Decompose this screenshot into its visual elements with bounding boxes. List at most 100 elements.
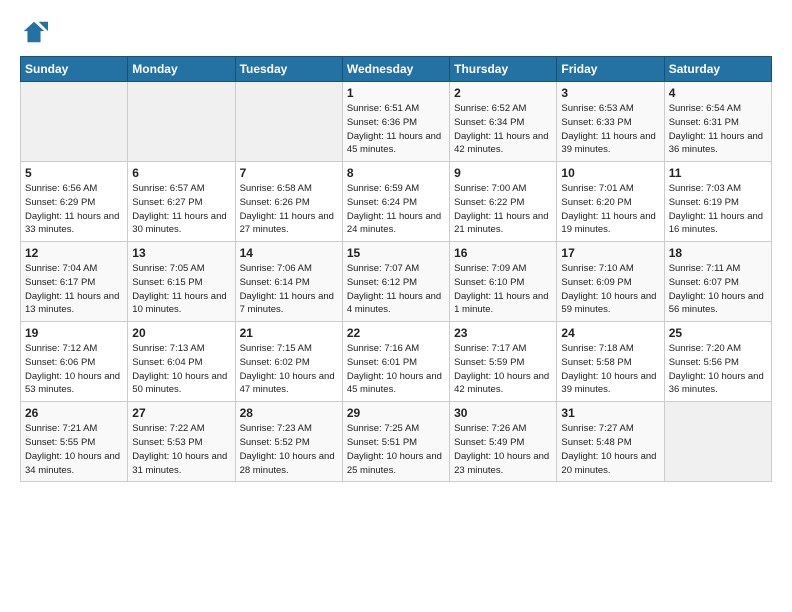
day-info: Sunrise: 7:20 AM Sunset: 5:56 PM Dayligh…	[669, 342, 767, 397]
day-number: 18	[669, 246, 767, 260]
day-info: Sunrise: 7:22 AM Sunset: 5:53 PM Dayligh…	[132, 422, 230, 477]
day-number: 21	[240, 326, 338, 340]
day-info: Sunrise: 6:54 AM Sunset: 6:31 PM Dayligh…	[669, 102, 767, 157]
day-number: 9	[454, 166, 552, 180]
day-info: Sunrise: 7:27 AM Sunset: 5:48 PM Dayligh…	[561, 422, 659, 477]
day-cell: 13Sunrise: 7:05 AM Sunset: 6:15 PM Dayli…	[128, 242, 235, 322]
day-cell: 31 Sunrise: 7:27 AM Sunset: 5:48 PM Dayli…	[557, 402, 664, 482]
day-cell: 8 Sunrise: 6:59 AM Sunset: 6:24 PM Daylig…	[342, 162, 449, 242]
header-cell-monday: Monday	[128, 57, 235, 82]
day-number: 1	[347, 86, 445, 100]
day-info: Sunrise: 6:56 AM Sunset: 6:29 PM Dayligh…	[25, 182, 123, 237]
header-cell-sunday: Sunday	[21, 57, 128, 82]
week-row-2: 12Sunrise: 7:04 AM Sunset: 6:17 PM Dayli…	[21, 242, 772, 322]
day-cell: 29 Sunrise: 7:25 AM Sunset: 5:51 PM Dayli…	[342, 402, 449, 482]
day-number: 26	[25, 406, 123, 420]
day-cell: 1 Sunrise: 6:51 AM Sunset: 6:36 PM Daylig…	[342, 82, 449, 162]
day-cell: 6Sunrise: 6:57 AM Sunset: 6:27 PM Daylig…	[128, 162, 235, 242]
day-cell	[664, 402, 771, 482]
week-row-4: 26Sunrise: 7:21 AM Sunset: 5:55 PM Dayli…	[21, 402, 772, 482]
day-number: 12	[25, 246, 123, 260]
day-cell: 5Sunrise: 6:56 AM Sunset: 6:29 PM Daylig…	[21, 162, 128, 242]
day-cell: 23 Sunrise: 7:17 AM Sunset: 5:59 PM Dayli…	[450, 322, 557, 402]
day-cell: 12Sunrise: 7:04 AM Sunset: 6:17 PM Dayli…	[21, 242, 128, 322]
day-number: 3	[561, 86, 659, 100]
day-cell: 26Sunrise: 7:21 AM Sunset: 5:55 PM Dayli…	[21, 402, 128, 482]
header-row: SundayMondayTuesdayWednesdayThursdayFrid…	[21, 57, 772, 82]
day-cell: 11 Sunrise: 7:03 AM Sunset: 6:19 PM Dayli…	[664, 162, 771, 242]
day-info: Sunrise: 7:25 AM Sunset: 5:51 PM Dayligh…	[347, 422, 445, 477]
day-number: 31	[561, 406, 659, 420]
calendar-body: 1 Sunrise: 6:51 AM Sunset: 6:36 PM Daylig…	[21, 82, 772, 482]
day-number: 27	[132, 406, 230, 420]
day-info: Sunrise: 7:10 AM Sunset: 6:09 PM Dayligh…	[561, 262, 659, 317]
day-cell: 10 Sunrise: 7:01 AM Sunset: 6:20 PM Dayli…	[557, 162, 664, 242]
day-number: 11	[669, 166, 767, 180]
day-cell: 25 Sunrise: 7:20 AM Sunset: 5:56 PM Dayli…	[664, 322, 771, 402]
day-cell: 2 Sunrise: 6:52 AM Sunset: 6:34 PM Daylig…	[450, 82, 557, 162]
logo	[20, 18, 52, 46]
day-number: 15	[347, 246, 445, 260]
day-info: Sunrise: 6:51 AM Sunset: 6:36 PM Dayligh…	[347, 102, 445, 157]
day-info: Sunrise: 7:23 AM Sunset: 5:52 PM Dayligh…	[240, 422, 338, 477]
day-info: Sunrise: 6:52 AM Sunset: 6:34 PM Dayligh…	[454, 102, 552, 157]
day-cell: 4 Sunrise: 6:54 AM Sunset: 6:31 PM Daylig…	[664, 82, 771, 162]
day-cell: 14 Sunrise: 7:06 AM Sunset: 6:14 PM Dayli…	[235, 242, 342, 322]
day-cell: 15Sunrise: 7:07 AM Sunset: 6:12 PM Dayli…	[342, 242, 449, 322]
day-info: Sunrise: 7:01 AM Sunset: 6:20 PM Dayligh…	[561, 182, 659, 237]
day-info: Sunrise: 6:58 AM Sunset: 6:26 PM Dayligh…	[240, 182, 338, 237]
day-info: Sunrise: 7:06 AM Sunset: 6:14 PM Dayligh…	[240, 262, 338, 317]
day-number: 10	[561, 166, 659, 180]
day-info: Sunrise: 6:59 AM Sunset: 6:24 PM Dayligh…	[347, 182, 445, 237]
day-cell: 17 Sunrise: 7:10 AM Sunset: 6:09 PM Dayli…	[557, 242, 664, 322]
day-info: Sunrise: 6:57 AM Sunset: 6:27 PM Dayligh…	[132, 182, 230, 237]
day-cell	[235, 82, 342, 162]
day-cell: 3 Sunrise: 6:53 AM Sunset: 6:33 PM Daylig…	[557, 82, 664, 162]
header	[20, 18, 772, 46]
day-info: Sunrise: 7:13 AM Sunset: 6:04 PM Dayligh…	[132, 342, 230, 397]
day-cell: 16 Sunrise: 7:09 AM Sunset: 6:10 PM Dayli…	[450, 242, 557, 322]
logo-icon	[20, 18, 48, 46]
day-info: Sunrise: 7:17 AM Sunset: 5:59 PM Dayligh…	[454, 342, 552, 397]
calendar-header: SundayMondayTuesdayWednesdayThursdayFrid…	[21, 57, 772, 82]
day-number: 25	[669, 326, 767, 340]
day-info: Sunrise: 7:00 AM Sunset: 6:22 PM Dayligh…	[454, 182, 552, 237]
day-number: 30	[454, 406, 552, 420]
day-info: Sunrise: 7:26 AM Sunset: 5:49 PM Dayligh…	[454, 422, 552, 477]
day-cell: 9 Sunrise: 7:00 AM Sunset: 6:22 PM Daylig…	[450, 162, 557, 242]
day-cell: 18 Sunrise: 7:11 AM Sunset: 6:07 PM Dayli…	[664, 242, 771, 322]
header-cell-thursday: Thursday	[450, 57, 557, 82]
day-cell	[128, 82, 235, 162]
day-number: 23	[454, 326, 552, 340]
day-number: 29	[347, 406, 445, 420]
week-row-0: 1 Sunrise: 6:51 AM Sunset: 6:36 PM Daylig…	[21, 82, 772, 162]
header-cell-tuesday: Tuesday	[235, 57, 342, 82]
day-info: Sunrise: 6:53 AM Sunset: 6:33 PM Dayligh…	[561, 102, 659, 157]
page: SundayMondayTuesdayWednesdayThursdayFrid…	[0, 0, 792, 494]
day-number: 20	[132, 326, 230, 340]
day-number: 4	[669, 86, 767, 100]
day-cell: 28 Sunrise: 7:23 AM Sunset: 5:52 PM Dayli…	[235, 402, 342, 482]
day-number: 17	[561, 246, 659, 260]
day-number: 8	[347, 166, 445, 180]
day-cell: 27 Sunrise: 7:22 AM Sunset: 5:53 PM Dayli…	[128, 402, 235, 482]
day-cell: 30 Sunrise: 7:26 AM Sunset: 5:49 PM Dayli…	[450, 402, 557, 482]
day-cell: 21 Sunrise: 7:15 AM Sunset: 6:02 PM Dayli…	[235, 322, 342, 402]
day-number: 2	[454, 86, 552, 100]
day-info: Sunrise: 7:05 AM Sunset: 6:15 PM Dayligh…	[132, 262, 230, 317]
day-cell: 24Sunrise: 7:18 AM Sunset: 5:58 PM Dayli…	[557, 322, 664, 402]
day-number: 24	[561, 326, 659, 340]
day-number: 7	[240, 166, 338, 180]
day-number: 16	[454, 246, 552, 260]
week-row-3: 19Sunrise: 7:12 AM Sunset: 6:06 PM Dayli…	[21, 322, 772, 402]
day-info: Sunrise: 7:11 AM Sunset: 6:07 PM Dayligh…	[669, 262, 767, 317]
day-cell: 7 Sunrise: 6:58 AM Sunset: 6:26 PM Daylig…	[235, 162, 342, 242]
day-cell: 19Sunrise: 7:12 AM Sunset: 6:06 PM Dayli…	[21, 322, 128, 402]
day-number: 28	[240, 406, 338, 420]
day-number: 22	[347, 326, 445, 340]
day-info: Sunrise: 7:15 AM Sunset: 6:02 PM Dayligh…	[240, 342, 338, 397]
day-number: 14	[240, 246, 338, 260]
day-info: Sunrise: 7:09 AM Sunset: 6:10 PM Dayligh…	[454, 262, 552, 317]
day-info: Sunrise: 7:03 AM Sunset: 6:19 PM Dayligh…	[669, 182, 767, 237]
calendar-table: SundayMondayTuesdayWednesdayThursdayFrid…	[20, 56, 772, 482]
